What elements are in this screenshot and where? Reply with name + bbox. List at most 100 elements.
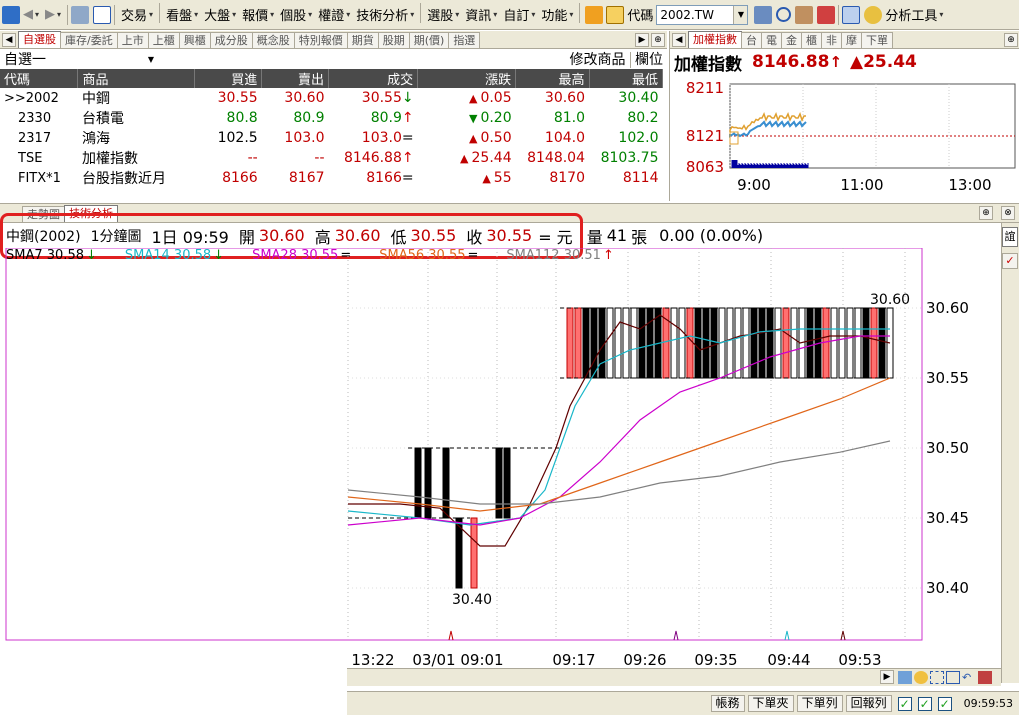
close-icon[interactable]: ⊗	[1001, 206, 1015, 220]
analysis-tools-icon[interactable]	[864, 5, 883, 24]
binoculars-icon[interactable]	[754, 5, 773, 24]
menu-3[interactable]: 報價 ▾	[239, 3, 277, 27]
column-header[interactable]: 商品	[77, 69, 196, 88]
tab-index-7[interactable]: 下單	[861, 32, 893, 48]
tab-quote-11[interactable]: 指選	[448, 32, 481, 48]
column-header[interactable]: 漲跌	[417, 69, 517, 88]
table-row[interactable]: 2330 台積電 80.8 80.9 80.9↑ ▼ 0.20 81.0 80.2	[0, 108, 663, 128]
table-row[interactable]: 2317 鴻海 102.5 103.0 103.0= ▲ 0.50 104.0 102.0	[0, 128, 663, 148]
expand-icon[interactable]	[946, 671, 960, 684]
checkbox-icon[interactable]: ✓	[937, 696, 952, 711]
side-tab[interactable]: 誼	[1002, 227, 1018, 247]
toolbar-divider	[838, 4, 840, 25]
column-header[interactable]: 成交	[328, 69, 419, 88]
magnifier-icon[interactable]	[776, 7, 792, 22]
tab-quote-8[interactable]: 期貨	[346, 32, 379, 48]
tab-quote-6[interactable]: 概念股	[251, 32, 295, 48]
zoom-icon[interactable]: ⊕	[979, 206, 993, 220]
bar-chart-icon[interactable]	[978, 671, 992, 684]
columns-button[interactable]: 欄位	[630, 52, 663, 68]
tab-quote-9[interactable]: 股期	[377, 32, 410, 48]
tab-quote-3[interactable]: 上櫃	[147, 32, 180, 48]
column-header[interactable]: 最低	[589, 69, 663, 88]
candle	[670, 307, 678, 379]
table-row[interactable]: >>2002 中鋼 30.55 30.60 30.55↓ ▲ 0.05 30.60 30.40	[0, 88, 663, 108]
crosshair-icon[interactable]	[930, 671, 944, 684]
cursor-icon[interactable]	[842, 5, 861, 24]
menu-2[interactable]: 大盤 ▾	[201, 3, 239, 27]
status-button-3[interactable]: 回報列	[845, 695, 892, 712]
clock-icon[interactable]	[914, 671, 928, 684]
scroll-right-icon[interactable]: ▶	[880, 670, 894, 684]
group-select[interactable]: 自選一 ▼	[4, 49, 154, 69]
cell-last-value: 80.9	[370, 110, 402, 126]
line-chart-icon[interactable]	[898, 671, 912, 684]
status-button-0[interactable]: 帳務	[710, 695, 745, 712]
code-input[interactable]: 2002.TW ▼	[656, 4, 749, 25]
index-header: 加權指數 8146.88 ↑ ▲25.44	[670, 49, 1019, 75]
tab-index-1[interactable]: 台	[741, 32, 762, 48]
alert-icon[interactable]	[817, 5, 836, 24]
tab-quote-0[interactable]: 自選股	[18, 31, 61, 48]
forward-arrow-icon[interactable]: ▶ ▾	[42, 3, 64, 27]
checkbox-icon[interactable]: ✓	[897, 696, 912, 711]
menu-4[interactable]: 個股 ▾	[277, 3, 315, 27]
candle	[726, 307, 734, 379]
tab-index-0[interactable]: 加權指數	[688, 31, 742, 48]
analysis-tools-menu[interactable]: 分析工具 ▾	[882, 3, 946, 27]
scroll-left-icon[interactable]: ◀	[672, 33, 686, 47]
cell-bid: --	[247, 150, 258, 166]
max-price-label: 30.60	[870, 292, 910, 308]
tab-index-2[interactable]: 電	[761, 32, 782, 48]
column-header[interactable]: 代碼	[0, 69, 79, 88]
status-button-2[interactable]: 下單列	[796, 695, 843, 712]
menu-8[interactable]: 資訊 ▾	[462, 3, 500, 27]
menu-7[interactable]: 選股 ▾	[424, 3, 462, 27]
menu-5[interactable]: 權證 ▾	[315, 3, 353, 27]
undo-icon[interactable]: ↶	[962, 671, 976, 684]
zoom-icon[interactable]: ⊕	[651, 33, 665, 47]
tab-index-6[interactable]: 摩	[841, 32, 862, 48]
status-button-1[interactable]: 下單夾	[747, 695, 794, 712]
tab-quote-1[interactable]: 庫存/委託	[60, 32, 118, 48]
quote-panel: ◀ 自選股 庫存/委託 上市 上櫃 興櫃 成分股 概念股 特別報價 期貨 股期 期(價) 指選 ▶ ⊕…	[0, 31, 667, 201]
tab-quote-2[interactable]: 上市	[116, 32, 149, 48]
table-row[interactable]: TSE 加權指數 -- -- 8146.88↑ ▲ 25.44 8148.04 8103.75	[0, 148, 663, 168]
tab-index-3[interactable]: 金	[781, 32, 802, 48]
menu-9[interactable]: 自訂 ▾	[500, 3, 538, 27]
tab-index-4[interactable]: 櫃	[801, 32, 822, 48]
tab-quote-4[interactable]: 興櫃	[178, 32, 211, 48]
column-header[interactable]: 買進	[194, 69, 263, 88]
home-icon[interactable]	[2, 5, 20, 24]
tab-quote-5[interactable]: 成分股	[209, 32, 253, 48]
volume-label: 量	[586, 227, 603, 247]
window-icon[interactable]	[93, 5, 112, 24]
edit-items-button[interactable]: 修改商品	[570, 52, 626, 68]
scroll-right-icon[interactable]: ▶	[635, 33, 649, 47]
chevron-down-icon[interactable]: ▼	[733, 5, 748, 24]
menu-6[interactable]: 技術分析 ▾	[353, 3, 417, 27]
scroll-left-icon[interactable]: ◀	[2, 33, 16, 47]
calendar-icon[interactable]	[606, 5, 625, 24]
column-header[interactable]: 最高	[515, 69, 590, 88]
checkbox-icon[interactable]: ✓	[917, 696, 932, 711]
tab-index-5[interactable]: 非	[821, 32, 842, 48]
print-icon[interactable]	[71, 5, 90, 24]
menu-0[interactable]: 交易 ▾	[118, 3, 156, 27]
checkbox-icon[interactable]: ✓	[1002, 253, 1018, 269]
zoom-icon[interactable]: ⊕	[1004, 33, 1018, 47]
pen-icon[interactable]	[585, 5, 604, 24]
candle	[614, 307, 622, 379]
candle	[566, 307, 574, 379]
cell-change-value: 0.05	[480, 90, 512, 106]
chevron-down-icon[interactable]: ▼	[148, 55, 154, 64]
menu-10[interactable]: 功能 ▾	[538, 3, 576, 27]
menu-1[interactable]: 看盤 ▾	[163, 3, 201, 27]
back-arrow-icon[interactable]: ◀ ▾	[20, 3, 42, 27]
tab-quote-7[interactable]: 特別報價	[293, 32, 348, 48]
tools-icon[interactable]	[795, 5, 814, 24]
table-row[interactable]: FITX*1 台股指數近月 8166 8167 8166= ▲ 55 8170 8114	[0, 168, 663, 188]
column-header[interactable]: 賣出	[261, 69, 330, 88]
tab-quote-10[interactable]: 期(價)	[408, 32, 450, 48]
triangle-down-icon: ▼	[468, 112, 478, 125]
